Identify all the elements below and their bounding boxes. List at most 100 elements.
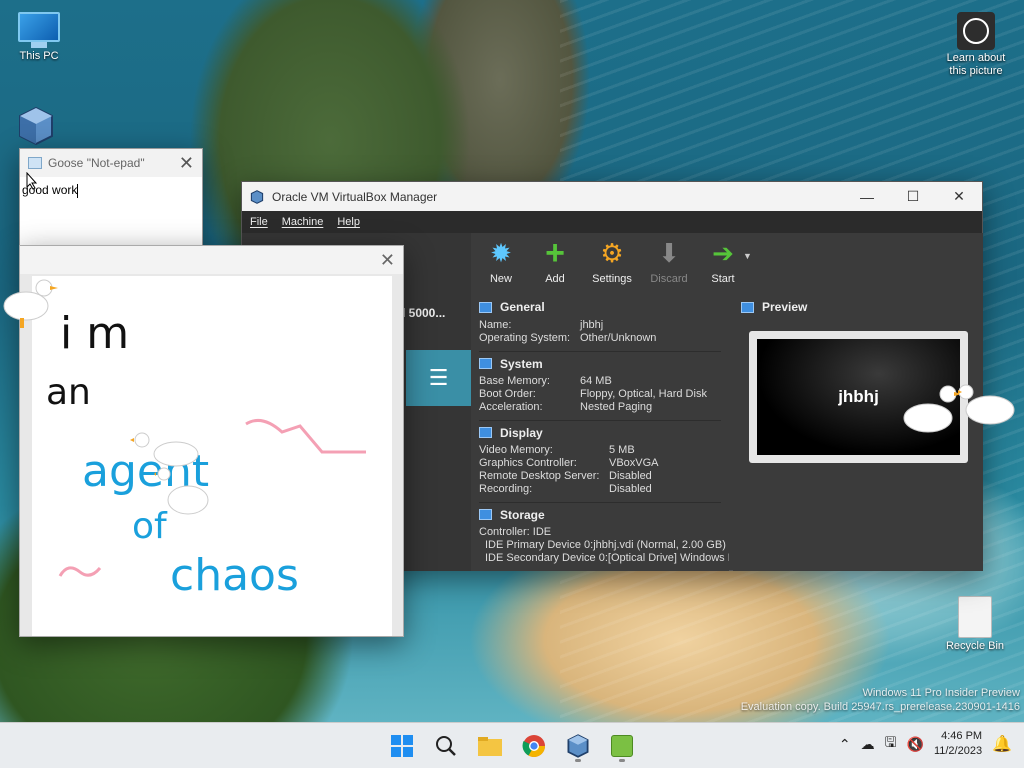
detail-key: IDE Primary Device 0: [485, 539, 594, 551]
detail-value: jhbhj [580, 319, 604, 331]
drawing-canvas[interactable]: i m an agent of chaos [32, 276, 392, 636]
volume-icon[interactable]: 🔇 [907, 736, 924, 753]
chrome-icon [522, 735, 545, 757]
goose-icon [958, 384, 1015, 425]
close-button[interactable]: ✕ [380, 250, 395, 271]
drawing-titlebar[interactable]: ✕ [20, 246, 403, 274]
maximize-button[interactable]: ☐ [890, 188, 936, 205]
windows-logo-icon [391, 735, 413, 757]
preview-title[interactable]: Preview [762, 300, 807, 314]
notification-bell-icon[interactable]: 🔔 [992, 734, 1012, 754]
system-tray: ⌃ ☁ 🖫 🔇 4:46 PM 11/2/2023 🔔 [839, 729, 1012, 759]
goose-taskbar-button[interactable] [604, 729, 640, 763]
chip-icon [479, 358, 492, 369]
detail-value: VBoxVGA [609, 457, 659, 469]
search-icon [436, 736, 456, 756]
search-button[interactable] [428, 729, 464, 763]
watermark-line: Evaluation copy. Build 25947.rs_prerelea… [740, 701, 1020, 713]
goose-notepad-window: Goose "Not-epad" ✕ good work [19, 148, 203, 248]
monitor-icon [14, 12, 64, 48]
section-title[interactable]: General [500, 300, 545, 314]
clock-date: 11/2/2023 [933, 745, 983, 757]
start-menu-button[interactable] [384, 729, 420, 763]
new-star-icon: ✹ [490, 237, 512, 268]
list-icon: ☰ [428, 365, 449, 390]
start-dropdown-chevron-icon[interactable]: ▼ [743, 251, 752, 295]
recycle-bin-icon [958, 596, 992, 638]
desktop-icon-label: Recycle Bin [945, 640, 1005, 652]
section-general: General Name: jhbhj Operating System: Othe… [471, 295, 729, 351]
detail-value: 64 MB [580, 375, 612, 387]
cloud-icon[interactable]: ☁ [861, 736, 875, 753]
goose-icon [903, 385, 962, 433]
discard-button[interactable]: ⬇ Discard [647, 237, 691, 295]
drawing-svg: i m an agent of chaos [46, 308, 366, 601]
detail-key: Recording: [479, 483, 533, 495]
vb-titlebar[interactable]: Oracle VM VirtualBox Manager — ☐ ✕ [242, 182, 982, 211]
vm-details-view-button[interactable]: ☰ [406, 350, 471, 406]
goose-icon [154, 467, 209, 515]
vm-details-panel: General Name: jhbhj Operating System: Othe… [471, 295, 729, 571]
watermark-line: Windows 11 Pro Insider Preview [862, 687, 1020, 699]
taskbar-apps [384, 729, 640, 763]
settings-button[interactable]: ⚙ Settings [587, 237, 637, 295]
vb-menubar: File Machine Help [242, 211, 982, 233]
desktop-icon-label: Learn about this picture [946, 52, 1006, 77]
section-system: System Base Memory: 64 MB Boot Order: Flop… [471, 351, 729, 420]
section-display: Display Video Memory: 5 MB Graphics Contr… [471, 420, 729, 502]
section-title[interactable]: System [500, 357, 543, 371]
clock[interactable]: 4:46 PM 11/2/2023 [934, 729, 982, 759]
desktop-icon-this-pc[interactable]: This PC [14, 12, 64, 62]
close-button[interactable]: ✕ [179, 153, 194, 174]
close-button[interactable]: ✕ [936, 188, 982, 205]
mouse-cursor-icon [26, 172, 38, 190]
folder-icon [478, 737, 502, 756]
start-button[interactable]: ➔ Start [701, 237, 745, 295]
notepad-titlebar[interactable]: Goose "Not-epad" ✕ [20, 149, 202, 177]
detail-value: Disabled [609, 483, 652, 495]
network-icon[interactable]: 🖫 [885, 732, 897, 756]
preview-vm-name: jhbhj [838, 387, 879, 406]
detail-key: Name: [479, 319, 512, 331]
file-explorer-button[interactable] [472, 729, 508, 763]
new-button[interactable]: ✹ New [479, 237, 523, 295]
arrow-right-icon: ➔ [712, 237, 734, 268]
pink-scribble [58, 566, 102, 577]
goose-icon [3, 279, 58, 328]
clock-time: 4:46 PM [941, 730, 983, 742]
section-storage: Storage Controller: IDE IDE Primary Devi… [471, 502, 729, 565]
virtualbox-taskbar-button[interactable] [560, 729, 596, 763]
minimize-button[interactable]: — [844, 189, 890, 205]
detail-key: Graphics Controller: [479, 457, 577, 469]
detail-key: Remote Desktop Server: [479, 470, 600, 482]
desktop-icon-recycle-bin[interactable]: Recycle Bin [942, 596, 1008, 652]
section-title[interactable]: Storage [500, 508, 545, 522]
gear-icon: ⚙ [600, 237, 624, 268]
detail-value: Nested Paging [580, 401, 653, 413]
detail-value: [Optical Drive] Windows Longhorn build 4… [607, 552, 729, 564]
menu-machine[interactable]: Machine [282, 216, 324, 228]
drawn-text: an [46, 372, 91, 413]
chevron-up-icon[interactable]: ⌃ [839, 736, 851, 753]
virtualbox-cube-icon [19, 106, 53, 146]
notepad-text-area[interactable]: good work [20, 177, 202, 204]
taskbar: ⌃ ☁ 🖫 🔇 4:46 PM 11/2/2023 🔔 [0, 722, 1024, 768]
section-title[interactable]: Display [500, 426, 543, 440]
vb-toolbar: ✹ New + Add ⚙ Settings ⬇ Discard ➔ Start… [471, 233, 983, 295]
drawn-text: chaos [170, 550, 299, 601]
text-caret [77, 183, 79, 198]
menu-help[interactable]: Help [337, 216, 360, 228]
detail-key: Operating System: [479, 332, 571, 344]
drawn-text: i m [60, 308, 129, 359]
desktop-icon-learn-picture[interactable]: Learn about this picture [938, 12, 1014, 78]
chrome-button[interactable] [516, 729, 552, 763]
notepad-icon [28, 157, 42, 169]
detail-value: jhbhj.vdi (Normal, 2.00 GB) [593, 539, 726, 551]
preview-icon [741, 301, 754, 313]
add-button[interactable]: + Add [533, 234, 577, 295]
desktop-icon-virtualbox[interactable] [14, 106, 58, 149]
menu-file[interactable]: File [250, 216, 268, 228]
detail-value: Disabled [609, 470, 652, 482]
goose-app-icon [611, 735, 633, 757]
notepad-title: Goose "Not-epad" [48, 156, 145, 170]
